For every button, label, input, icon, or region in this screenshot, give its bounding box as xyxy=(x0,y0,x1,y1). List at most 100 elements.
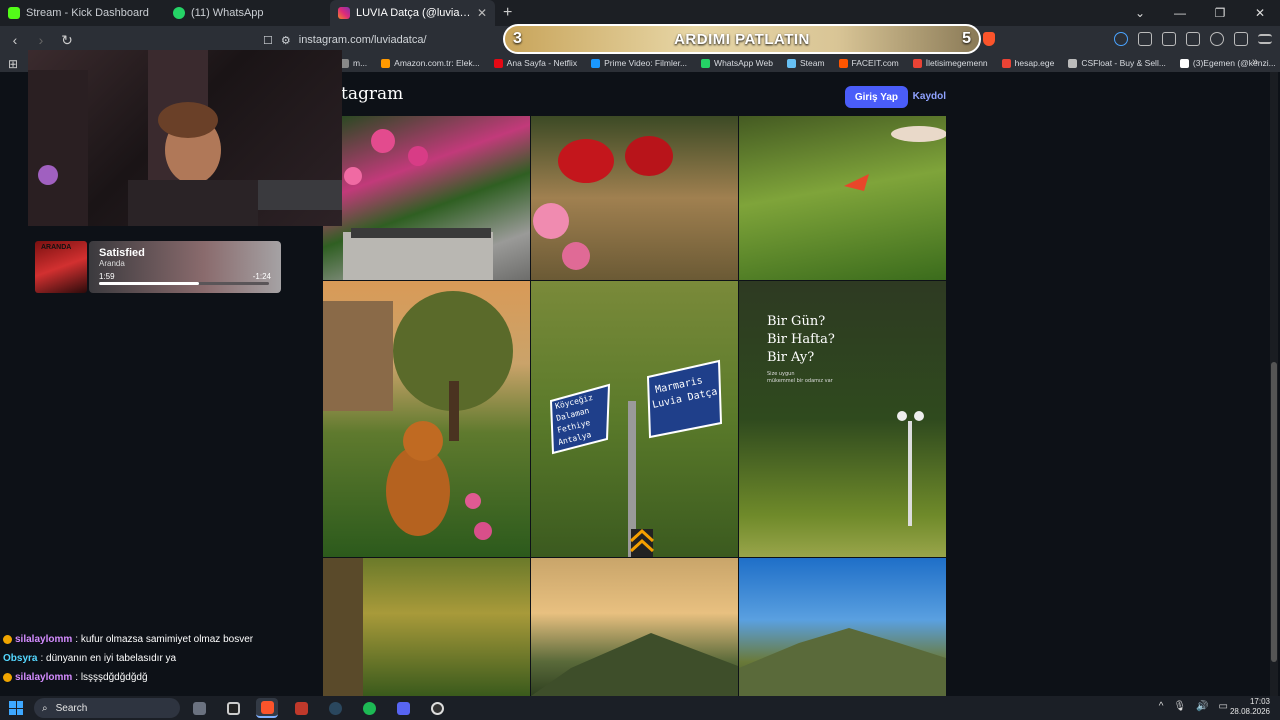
site-settings-icon[interactable]: ⚙ xyxy=(281,34,291,47)
post-lawn[interactable] xyxy=(739,116,946,280)
tab-instagram[interactable]: LUVIA Datça (@luviadatca) • Inst ✕ xyxy=(330,0,495,26)
post-small-line-1: Size uygun xyxy=(767,371,795,377)
kick-taskbar-icon[interactable] xyxy=(222,698,244,718)
clock-time: 17:03 xyxy=(1249,697,1270,706)
bookmark-favicon-icon xyxy=(1068,58,1078,68)
back-icon[interactable]: ‹ xyxy=(4,32,26,48)
taskbar-search[interactable]: ⌕ Search xyxy=(34,698,180,718)
extensions-area xyxy=(1114,32,1272,46)
brave-taskbar-icon[interactable] xyxy=(256,698,278,718)
puzzle-icon[interactable] xyxy=(1138,32,1152,46)
chat-text: : lsşşşdğdğdğdğ xyxy=(75,672,148,683)
login-button[interactable]: Giriş Yap xyxy=(844,86,908,108)
obs-taskbar-icon[interactable] xyxy=(426,698,448,718)
bookmark-item[interactable]: CSFloat - Buy & Sell... xyxy=(1068,58,1166,68)
bookmark-label: CSFloat - Buy & Sell... xyxy=(1081,58,1166,68)
steam-taskbar-icon[interactable] xyxy=(324,698,346,718)
more-bookmarks-icon[interactable]: » xyxy=(1252,56,1258,68)
bookmark-item[interactable]: Prime Video: Filmler... xyxy=(591,58,687,68)
windows-start-icon[interactable] xyxy=(9,701,23,715)
forward-icon[interactable]: › xyxy=(30,32,52,48)
post-road-signs[interactable]: Köyceğiz Dalaman Fethiye Antalya Marmari… xyxy=(531,281,738,557)
close-tab-icon[interactable]: ✕ xyxy=(477,6,487,20)
bookmark-item[interactable]: (3)Egemen (@kenzi... xyxy=(1179,58,1276,68)
bookmark-item[interactable]: hesap.ege xyxy=(1001,58,1054,68)
whatsapp-icon xyxy=(173,7,185,19)
url-text[interactable]: instagram.com/luviadatca/ xyxy=(299,34,427,46)
tab-label: LUVIA Datça (@luviadatca) • Inst xyxy=(356,7,471,19)
address-bar[interactable]: ☐ ⚙ instagram.com/luviadatca/ xyxy=(263,29,495,51)
chat-message: Obsyra: dünyanın en iyi tabelasıdır ya xyxy=(3,649,323,668)
tree-image xyxy=(323,558,363,696)
spotify-taskbar-icon[interactable] xyxy=(358,698,380,718)
chat-username[interactable]: silalaylomm xyxy=(15,634,72,645)
close-window-icon[interactable]: ✕ xyxy=(1240,6,1280,20)
search-icon: ⌕ xyxy=(42,702,48,714)
vpn-icon[interactable] xyxy=(1234,32,1248,46)
artist-name: Aranda xyxy=(99,259,125,268)
restore-icon[interactable]: ❐ xyxy=(1200,6,1240,20)
bookmark-item[interactable]: Steam xyxy=(786,58,825,68)
bookmark-item[interactable]: WhatsApp Web xyxy=(701,58,773,68)
bookmark-item[interactable]: Amazon.com.tr: Elek... xyxy=(381,58,480,68)
post-dog[interactable] xyxy=(323,281,530,557)
sidebar-icon[interactable] xyxy=(1162,32,1176,46)
clock[interactable]: 17:03 28.08.2026 xyxy=(1230,697,1270,717)
alert-left-count: 3 xyxy=(513,30,522,47)
post-sunset-hills[interactable] xyxy=(531,558,738,696)
bookmark-item[interactable]: FACEIT.com xyxy=(838,58,899,68)
alert-text: ARDIMI PATLATIN xyxy=(674,30,810,48)
leo-icon[interactable] xyxy=(1210,32,1224,46)
bookmark-item[interactable]: Ana Sayfa - Netflix xyxy=(493,58,577,68)
apps-grid-icon[interactable]: ⊞ xyxy=(8,57,18,71)
bookmark-favicon-icon xyxy=(912,58,922,68)
post-grid: Köyceğiz Dalaman Fethiye Antalya Marmari… xyxy=(323,116,946,696)
scrollbar-thumb[interactable] xyxy=(1271,362,1277,662)
reload-icon[interactable]: ↻ xyxy=(56,32,78,49)
microphone-icon[interactable]: 🎙 xyxy=(1173,701,1186,712)
post-flowers-grill[interactable] xyxy=(323,116,530,280)
volume-icon[interactable]: 🔊 xyxy=(1196,701,1208,712)
lawn-image xyxy=(844,126,946,191)
webcam-image xyxy=(28,50,342,226)
grill-image xyxy=(343,129,493,280)
now-playing-widget: ARANDA Satisfied Aranda 1:59 -1:24 xyxy=(35,241,281,293)
bookmark-favicon-icon xyxy=(701,58,711,68)
webcam-overlay xyxy=(28,50,342,226)
bookmark-favicon-icon xyxy=(1001,58,1011,68)
wallet-icon[interactable] xyxy=(1186,32,1200,46)
menu-icon[interactable] xyxy=(1258,34,1272,44)
minimize-icon[interactable]: — xyxy=(1160,6,1200,20)
brave-shield-icon[interactable] xyxy=(983,32,995,46)
post-tree-trunk[interactable] xyxy=(323,558,530,696)
signup-link[interactable]: Kaydol xyxy=(913,91,946,102)
bookmark-label: m... xyxy=(353,58,368,68)
post-bir-gun[interactable]: Bir Gün? Bir Hafta? Bir Ay? Size uygun m… xyxy=(739,281,946,557)
tray-chevron-icon[interactable]: ^ xyxy=(1159,701,1164,712)
new-tab-button[interactable]: + xyxy=(495,4,520,22)
chat-message: silalaylomm: lsşşşdğdğdğdğ xyxy=(3,668,323,687)
bookmark-label: İletisimegemenn xyxy=(925,58,988,68)
page-scrollbar[interactable] xyxy=(1270,72,1278,696)
shield-app-icon[interactable] xyxy=(290,698,312,718)
system-tray: ^ 🎙 🔊 ▭ xyxy=(1159,701,1228,712)
post-text-line-3: Bir Ay? xyxy=(767,350,814,365)
tab-kick[interactable]: Stream - Kick Dashboard xyxy=(0,0,165,26)
bookmark-item[interactable]: İletisimegemenn xyxy=(912,58,988,68)
bookmark-favicon-icon xyxy=(838,58,848,68)
bookmark-item[interactable]: m... xyxy=(340,58,367,68)
file-explorer-icon[interactable] xyxy=(188,698,210,718)
tab-list-chevron-icon[interactable]: ⌄ xyxy=(1120,6,1160,20)
bookmark-icon[interactable]: ☐ xyxy=(263,34,273,47)
extension-icon[interactable] xyxy=(1114,32,1128,46)
tab-label: (11) WhatsApp xyxy=(191,7,264,19)
discord-taskbar-icon[interactable] xyxy=(392,698,414,718)
instagram-logo[interactable]: tagram xyxy=(341,84,403,104)
network-icon[interactable]: ▭ xyxy=(1219,701,1228,712)
tab-whatsapp[interactable]: (11) WhatsApp xyxy=(165,0,330,26)
chat-username[interactable]: Obsyra xyxy=(3,653,37,664)
post-garden-beanbags[interactable] xyxy=(531,116,738,280)
album-cover-text: ARANDA xyxy=(41,244,72,251)
post-blue-sky-hills[interactable] xyxy=(739,558,946,696)
chat-username[interactable]: silalaylomm xyxy=(15,672,72,683)
